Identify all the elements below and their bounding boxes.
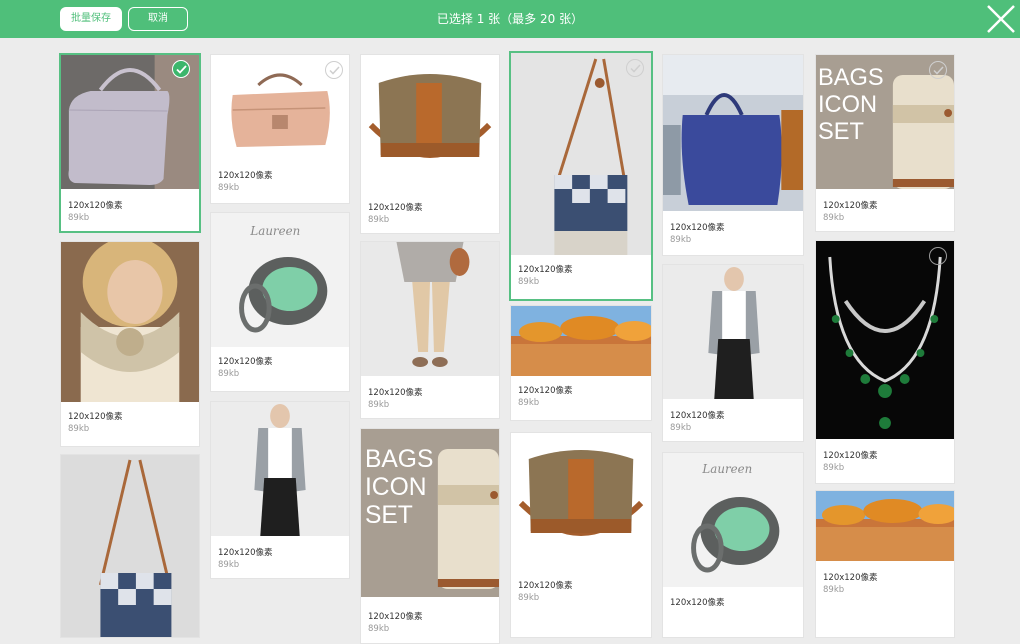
image-card[interactable]: 120x120像素 89kb: [815, 490, 955, 638]
unselected-check-icon[interactable]: [929, 61, 947, 79]
bags-text: BAGS: [818, 64, 884, 91]
image-card[interactable]: BAGS ICON SET 120x120像素 89kb: [360, 428, 500, 644]
file-size-label: 89kb: [518, 398, 540, 408]
image-card[interactable]: 120x120像素 89kb: [662, 54, 804, 256]
image-card[interactable]: 120x120像素 89kb: [510, 52, 652, 300]
image-card[interactable]: 120x120像素 89kb: [60, 54, 200, 232]
file-size-label: 89kb: [68, 424, 90, 434]
thumbnail-image: Laureen: [211, 213, 349, 347]
image-card[interactable]: BAGS ICON SET 120x120像素 89kb: [815, 54, 955, 232]
file-size-label: 89kb: [823, 213, 845, 223]
svg-text:Laureen: Laureen: [249, 224, 300, 238]
image-card[interactable]: 120x120像素 89kb: [360, 241, 500, 419]
top-bar: 已选择 1 张（最多 20 张） 批量保存 取消: [0, 0, 1020, 38]
thumbnail-image: [511, 53, 651, 255]
image-size-label: 120x120像素: [518, 265, 573, 275]
image-size-label: 120x120像素: [368, 203, 423, 213]
thumbnail-image: [663, 265, 803, 399]
image-size-label: 120x120像素: [670, 598, 725, 608]
file-size-label: 89kb: [823, 463, 845, 473]
image-size-label: 120x120像素: [518, 581, 573, 591]
icon-text: ICON: [818, 91, 877, 118]
bags-text: BAGS: [365, 446, 433, 473]
image-card[interactable]: 120x120像素 89kb: [360, 54, 500, 234]
thumbnail-image: [816, 491, 954, 561]
svg-text:Laureen: Laureen: [701, 462, 752, 476]
image-size-label: 120x120像素: [218, 357, 273, 367]
image-size-label: 120x120像素: [823, 573, 878, 583]
file-size-label: 89kb: [218, 183, 240, 193]
image-card[interactable]: 120x120像素 89kb: [210, 54, 350, 204]
image-size-label: 120x120像素: [518, 386, 573, 396]
image-grid: 120x120像素 89kb 120x120像素 89kb 120x120像素 …: [0, 38, 1020, 644]
image-size-label: 120x120像素: [368, 388, 423, 398]
thumbnail-image: [511, 433, 651, 569]
file-size-label: 89kb: [823, 585, 845, 595]
image-card[interactable]: 120x120像素 89kb: [510, 432, 652, 638]
file-size-label: 89kb: [218, 560, 240, 570]
file-size-label: 89kb: [218, 369, 240, 379]
batch-save-button[interactable]: 批量保存: [60, 7, 122, 31]
thumbnail-image: [663, 55, 803, 211]
set-text: SET: [365, 502, 413, 529]
thumbnail-image: [211, 402, 349, 536]
image-card[interactable]: [60, 454, 200, 638]
image-size-label: 120x120像素: [218, 548, 273, 558]
file-size-label: 89kb: [670, 235, 692, 245]
thumbnail-image: [361, 55, 499, 191]
set-text: SET: [818, 118, 864, 145]
thumbnail-image: BAGS ICON SET: [361, 429, 499, 597]
icon-text: ICON: [365, 474, 427, 501]
image-size-label: 120x120像素: [218, 171, 273, 181]
image-card[interactable]: Laureen 120x120像素: [662, 452, 804, 638]
thumbnail-image: [816, 241, 954, 439]
file-size-label: 89kb: [68, 213, 90, 223]
image-card[interactable]: 120x120像素 89kb: [815, 240, 955, 484]
thumbnail-image: [511, 306, 651, 376]
image-size-label: 120x120像素: [68, 201, 123, 211]
image-size-label: 120x120像素: [670, 223, 725, 233]
image-size-label: 120x120像素: [368, 612, 423, 622]
image-card[interactable]: Laureen 120x120像素 89kb: [210, 212, 350, 392]
thumbnail-image: [361, 242, 499, 376]
image-size-label: 120x120像素: [823, 201, 878, 211]
unselected-check-icon[interactable]: [325, 61, 343, 79]
image-card[interactable]: 120x120像素 89kb: [210, 401, 350, 579]
image-size-label: 120x120像素: [68, 412, 123, 422]
cancel-button[interactable]: 取消: [128, 7, 188, 31]
image-card[interactable]: 120x120像素 89kb: [60, 241, 200, 447]
thumbnail-image: [61, 455, 199, 637]
unselected-check-icon[interactable]: [929, 247, 947, 265]
thumbnail-image: [61, 242, 199, 402]
file-size-label: 89kb: [368, 400, 390, 410]
image-card[interactable]: 120x120像素 89kb: [510, 305, 652, 421]
image-card[interactable]: 120x120像素 89kb: [662, 264, 804, 442]
image-size-label: 120x120像素: [670, 411, 725, 421]
close-icon[interactable]: [984, 2, 1018, 36]
selected-check-icon[interactable]: [172, 60, 190, 78]
file-size-label: 89kb: [670, 423, 692, 433]
file-size-label: 89kb: [368, 624, 390, 634]
unselected-check-icon[interactable]: [626, 59, 644, 77]
file-size-label: 89kb: [518, 593, 540, 603]
image-size-label: 120x120像素: [823, 451, 878, 461]
file-size-label: 89kb: [518, 277, 540, 287]
file-size-label: 89kb: [368, 215, 390, 225]
thumbnail-image: Laureen: [663, 453, 803, 587]
